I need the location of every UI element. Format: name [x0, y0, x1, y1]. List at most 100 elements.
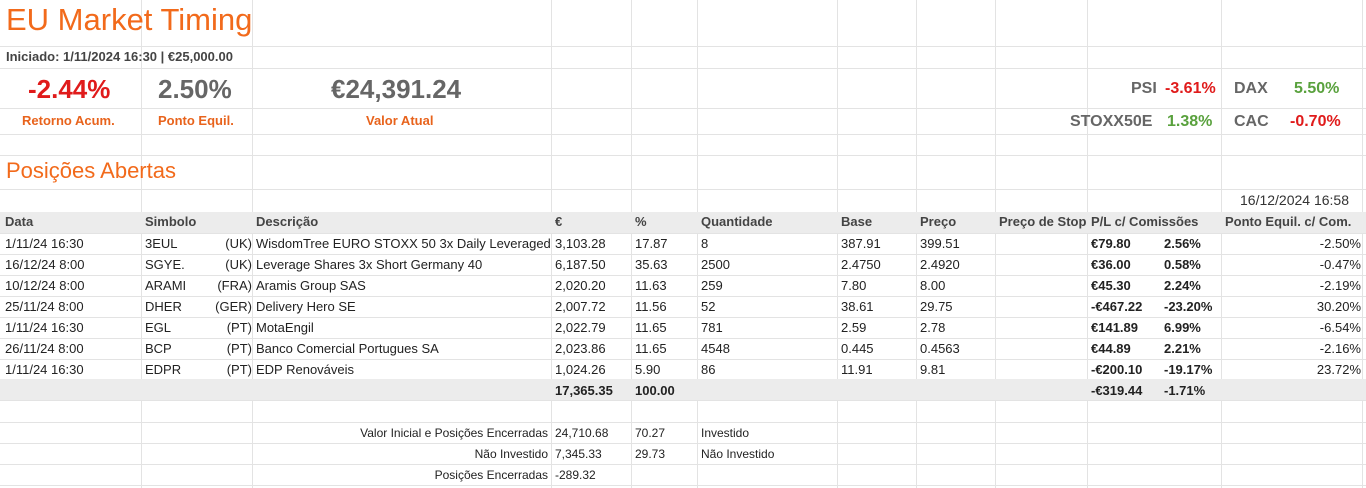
cell-pct: 11.65	[635, 341, 667, 356]
cell-breakeven: -0.47%	[1319, 257, 1361, 272]
cell-description: Banco Comercial Portugues SA	[256, 341, 439, 356]
index-name-cac: CAC	[1234, 113, 1269, 130]
grid-row-line	[0, 68, 1366, 69]
cell-breakeven: -2.16%	[1319, 341, 1361, 356]
total-pl: -€319.44	[1091, 383, 1143, 398]
cell-eur: 3,103.28	[555, 236, 606, 251]
cell-pl: €141.89	[1091, 320, 1138, 335]
column-header[interactable]: Simbolo	[145, 214, 196, 229]
cell-date: 10/12/24 8:00	[5, 278, 85, 293]
valor-atual-label: Valor Atual	[366, 113, 434, 128]
index-name-stoxx50e: STOXX50E	[1070, 113, 1153, 130]
cell-pl: €44.89	[1091, 341, 1131, 356]
cell-pl-pct: 2.21%	[1164, 341, 1201, 356]
cell-price: 29.75	[920, 299, 953, 314]
cell-pct: 11.63	[635, 278, 667, 293]
cell-description: Delivery Hero SE	[256, 299, 356, 314]
equil-label: Ponto Equil.	[158, 113, 234, 128]
timestamp: 16/12/2024 16:58	[1240, 192, 1349, 208]
column-header[interactable]: %	[635, 214, 647, 229]
footer-value: -289.32	[555, 468, 596, 482]
cell-eur: 2,022.79	[555, 320, 606, 335]
index-value-psi: -3.61%	[1165, 80, 1216, 97]
footer-value: 24,710.68	[555, 426, 609, 440]
cell-base: 2.59	[841, 320, 867, 335]
cell-description: EDP Renováveis	[256, 362, 355, 377]
cell-description: MotaEngil	[256, 320, 314, 335]
cell-quantity: 8	[701, 236, 709, 251]
retorno-label: Retorno Acum.	[22, 113, 115, 128]
footer-value: 7,345.33	[555, 447, 602, 461]
grid-column-line	[1221, 0, 1222, 488]
total-plpct: -1.71%	[1164, 383, 1206, 398]
cell-quantity: 2500	[701, 257, 730, 272]
grid-row-line	[0, 155, 1366, 156]
footer-note: Investido	[701, 426, 750, 440]
cell-eur: 2,023.86	[555, 341, 606, 356]
cell-base: 7.80	[841, 278, 867, 293]
column-header[interactable]: Ponto Equil. c/ Com.	[1225, 214, 1351, 229]
cell-base: 0.445	[841, 341, 874, 356]
cell-date: 26/11/24 8:00	[5, 341, 84, 356]
cell-base: 387.91	[841, 236, 881, 251]
cell-quantity: 86	[701, 362, 716, 377]
cell-pl-pct: 0.58%	[1164, 257, 1201, 272]
column-header[interactable]: P/L c/ Comissões	[1091, 214, 1198, 229]
grid-column-line	[141, 0, 142, 488]
column-header[interactable]: Descrição	[256, 214, 318, 229]
cell-breakeven: -2.50%	[1319, 236, 1361, 251]
cell-breakeven: 23.72%	[1316, 362, 1361, 377]
cell-description: Leverage Shares 3x Short Germany 40	[256, 257, 483, 272]
cell-date: 1/11/24 16:30	[5, 362, 84, 377]
grid-column-line	[837, 0, 838, 488]
index-name-psi: PSI	[1131, 80, 1157, 97]
grid-row-line	[0, 359, 1366, 360]
cell-eur: 6,187.50	[555, 257, 606, 272]
page-title: EU Market Timing	[6, 2, 253, 37]
column-header[interactable]: Quantidade	[701, 214, 773, 229]
grid-row-line	[0, 233, 1366, 234]
cell-eur: 2,007.72	[555, 299, 606, 314]
column-header[interactable]: Preço	[920, 214, 956, 229]
cell-pct: 5.90	[635, 362, 661, 377]
cell-market: (PT)	[226, 362, 252, 377]
cell-symbol: SGYE.	[145, 257, 185, 272]
index-value-stoxx50e: 1.38%	[1167, 113, 1213, 130]
cell-description: Aramis Group SAS	[256, 278, 366, 293]
cell-pct: 17.87	[635, 236, 668, 251]
column-header[interactable]: €	[555, 214, 562, 229]
cell-breakeven: 30.20%	[1316, 299, 1361, 314]
cell-symbol: 3EUL	[145, 236, 178, 251]
valor-atual-value: €24,391.24	[331, 74, 462, 104]
cell-quantity: 259	[701, 278, 723, 293]
grid-row-line	[0, 296, 1366, 297]
grid-row-line	[0, 108, 1366, 109]
cell-symbol: BCP	[145, 341, 172, 356]
grid-row-line	[0, 443, 1366, 444]
cell-pl-pct: -19.17%	[1164, 362, 1213, 377]
cell-pct: 11.65	[635, 320, 667, 335]
footer-pct: 29.73	[635, 447, 666, 461]
cell-date: 1/11/24 16:30	[5, 320, 84, 335]
cell-eur: 2,020.20	[555, 278, 606, 293]
cell-base: 38.61	[841, 299, 874, 314]
index-value-dax: 5.50%	[1294, 80, 1340, 97]
index-value-cac: -0.70%	[1290, 113, 1341, 130]
column-header[interactable]: Preço de Stop	[999, 214, 1086, 229]
cell-price: 9.81	[920, 362, 946, 377]
grid-column-line	[551, 0, 552, 488]
column-header[interactable]: Data	[5, 214, 33, 229]
cell-pl: €36.00	[1091, 257, 1131, 272]
column-header[interactable]: Base	[841, 214, 872, 229]
total-row-background	[0, 379, 1366, 400]
equil-value: 2.50%	[158, 74, 232, 104]
grid-row-line	[0, 46, 1366, 47]
cell-market: (FRA)	[217, 278, 252, 293]
grid-row-line	[0, 134, 1366, 135]
cell-base: 11.91	[841, 362, 873, 377]
cell-quantity: 4548	[701, 341, 730, 356]
cell-market: (PT)	[226, 341, 252, 356]
grid-row-line	[0, 254, 1366, 255]
footer-pct: 70.27	[635, 426, 666, 440]
grid-row-line	[0, 275, 1366, 276]
